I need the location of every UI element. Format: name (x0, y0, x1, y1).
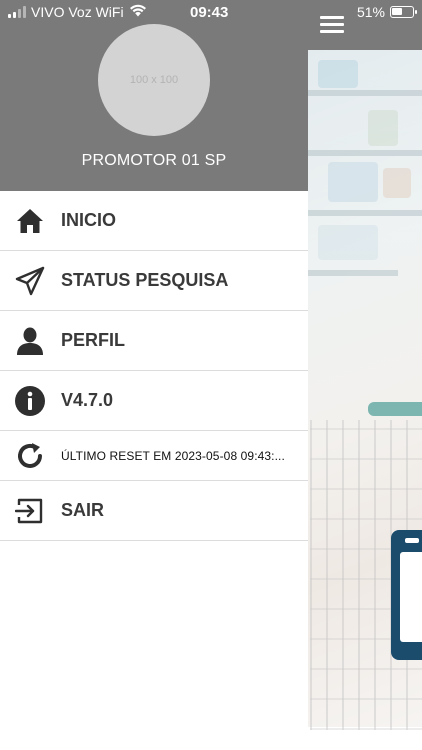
battery-icon (390, 6, 417, 18)
signal-icon (8, 6, 26, 18)
menu-item-inicio[interactable]: INICIO (0, 191, 308, 251)
status-bar: VIVO Voz WiFi 09:43 51% (0, 0, 422, 26)
menu-item-sair[interactable]: SAIR (0, 481, 308, 541)
send-icon (14, 265, 46, 297)
navigation-drawer: 100 x 100 PROMOTOR 01 SP INICIO STATUS P… (0, 0, 308, 750)
clock: 09:43 (190, 4, 229, 21)
menu-item-status-pesquisa[interactable]: STATUS PESQUISA (0, 251, 308, 311)
status-right: 51% (356, 4, 417, 20)
menu-item-label: STATUS PESQUISA (61, 270, 229, 290)
drawer-header: 100 x 100 PROMOTOR 01 SP (0, 0, 308, 191)
background-screen[interactable] (308, 0, 422, 750)
refresh-icon (14, 440, 46, 472)
phone-icon (391, 530, 422, 660)
wifi-icon (129, 4, 147, 20)
menu-item-label: ÚLTIMO RESET EM 2023-05-08 09:43:... (61, 448, 285, 463)
menu-item-last-reset[interactable]: ÚLTIMO RESET EM 2023-05-08 09:43:... (0, 431, 308, 481)
home-icon (14, 205, 46, 237)
cart-handle (368, 402, 422, 416)
user-name: PROMOTOR 01 SP (81, 152, 227, 169)
menu-item-label: SAIR (61, 500, 105, 520)
battery-percent: 51% (356, 4, 385, 20)
carrier-name: VIVO Voz WiFi (31, 4, 124, 20)
logout-icon (14, 495, 46, 527)
menu-item-label: INICIO (61, 210, 117, 230)
menu-item-label: PERFIL (61, 330, 126, 350)
user-icon (14, 325, 46, 357)
status-left: VIVO Voz WiFi (8, 4, 147, 20)
menu-item-label: V4.7.0 (61, 390, 114, 410)
avatar[interactable]: 100 x 100 (98, 24, 210, 136)
menu-item-perfil[interactable]: PERFIL (0, 311, 308, 371)
drawer-menu: INICIO STATUS PESQUISA PERFIL V4.7.0 ÚLT… (0, 191, 308, 541)
info-icon (14, 385, 46, 417)
avatar-placeholder-text: 100 x 100 (129, 74, 179, 86)
menu-item-version[interactable]: V4.7.0 (0, 371, 308, 431)
battery-fill (392, 8, 402, 15)
